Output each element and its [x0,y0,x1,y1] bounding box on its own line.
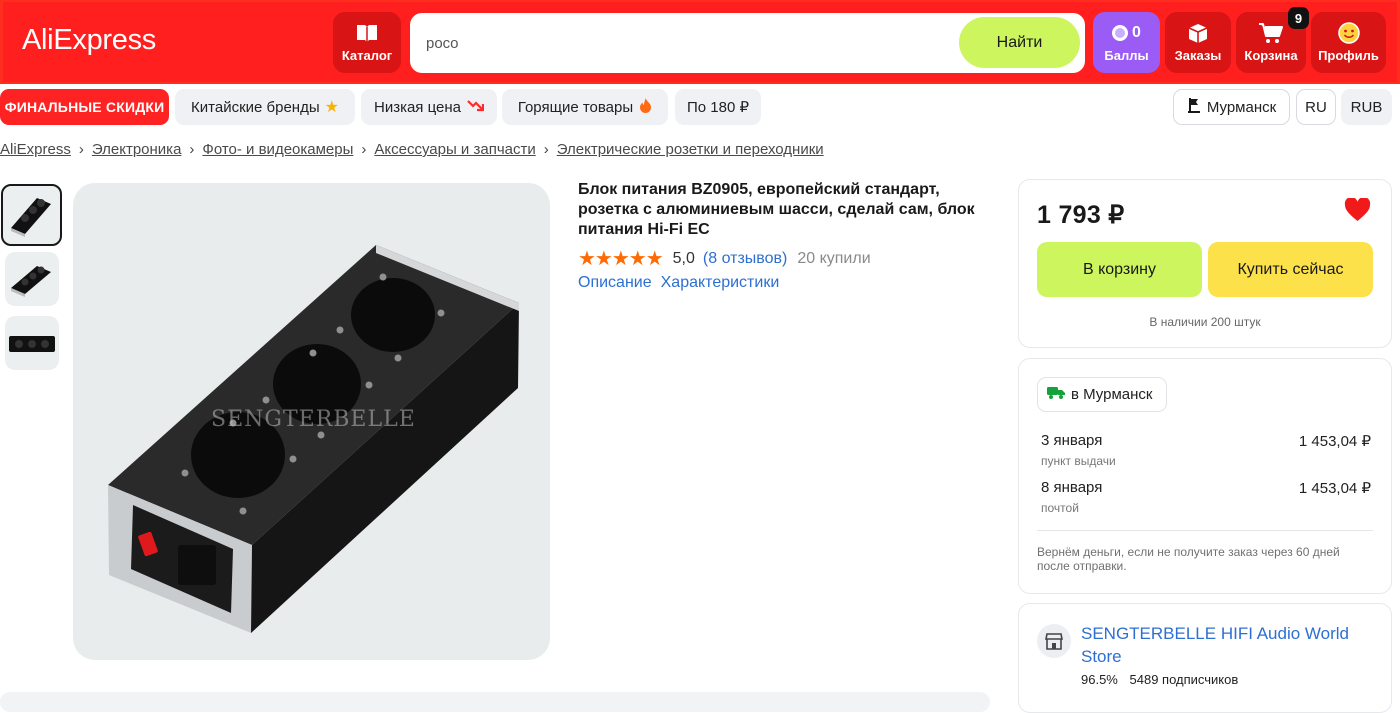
delivery-date-post: 8 января [1041,479,1103,496]
chip-label: Низкая цена [373,98,461,116]
language-selector[interactable]: RU [1296,89,1336,125]
cart-icon [1258,22,1284,44]
rating-value: 5,0 [672,249,695,267]
profile-label: Профиль [1318,48,1379,63]
buy-box: 1 793 ₽ В корзину Купить сейчас В наличи… [1018,179,1392,348]
star-icon: ★ [324,99,339,116]
breadcrumb-item[interactable]: Электроника [92,141,182,158]
chevron-right-icon: › [361,141,367,158]
chip-hot-items[interactable]: Горящие товары [502,89,668,125]
store-stats: 96.5% 5489 подписчиков [1081,672,1238,687]
location-pin-icon [1187,97,1201,118]
final-sale-banner[interactable]: ФИНАЛЬНЫЕ СКИДКИ [0,89,169,125]
chip-chinese-brands[interactable]: Китайские бренды ★ [175,89,355,125]
chip-low-price[interactable]: Низкая цена [361,89,497,125]
chevron-right-icon: › [189,141,195,158]
reviews-link[interactable]: (8 отзывов) [703,250,787,268]
store-card: SENGTERBELLE HIFI Audio World Store 96.5… [1018,603,1392,713]
chip-label: Горящие товары [517,98,634,116]
coin-icon [1112,25,1129,41]
orders-label: Заказы [1174,48,1222,63]
points-button[interactable]: 0 Баллы [1093,12,1160,73]
box-icon [1185,22,1211,44]
store-followers: 5489 подписчиков [1129,672,1239,687]
book-icon [354,22,380,44]
product-price: 1 793 ₽ [1037,201,1125,229]
chevron-right-icon: › [78,141,84,158]
store-rating: 96.5% [1081,672,1118,687]
location-label: Мурманск [1206,98,1277,116]
product-thumbnail-2[interactable] [5,252,59,306]
delivery-method-pickup: пункт выдачи [1041,454,1116,468]
truck-icon [1046,385,1066,404]
chip-label: Китайские бренды [191,98,320,116]
search-input[interactable] [426,31,946,55]
trend-down-icon [467,99,485,116]
rating-row: ★★★★★ 5,0 (8 отзывов) 20 купили [578,246,871,271]
smiley-icon [1336,22,1362,44]
buy-now-button[interactable]: Купить сейчас [1208,242,1373,297]
breadcrumb-item[interactable]: Аксессуары и запчасти [374,141,535,158]
delivery-city-label: в Мурманск [1071,386,1153,403]
orders-button[interactable]: Заказы [1165,12,1231,73]
add-to-cart-button[interactable]: В корзину [1037,242,1202,297]
delivery-box: в Мурманск 3 января пункт выдачи 1 453,0… [1018,358,1392,594]
currency-selector[interactable]: RUB [1341,89,1392,125]
cart-label: Корзина [1244,48,1298,63]
store-name-link[interactable]: SENGTERBELLE HIFI Audio World Store [1081,622,1371,668]
refund-note: Вернём деньги, если не получите заказ че… [1037,545,1340,573]
delivery-city-selector[interactable]: в Мурманск [1037,377,1168,412]
product-thumbnail-3[interactable] [5,316,59,370]
profile-button[interactable]: Профиль [1311,12,1386,73]
points-value: 0 [1132,24,1141,41]
delivery-price-post: 1 453,04 ₽ [1298,480,1371,497]
breadcrumb-item[interactable]: Электрические розетки и переходники [557,141,824,158]
heart-icon[interactable] [1344,197,1371,227]
image-watermark: SENGTERBELLE [211,407,416,432]
catalog-button[interactable]: Каталог [333,12,401,73]
location-selector[interactable]: Мурманск [1173,89,1290,125]
store-icon [1037,624,1071,658]
sold-count: 20 купили [797,249,871,267]
chevron-right-icon: › [543,141,549,158]
content-section [0,692,990,712]
aliexpress-logo[interactable]: AliExpress [22,24,156,57]
product-title: Блок питания BZ0905, европейский стандар… [578,181,975,238]
points-label: Баллы [1104,48,1149,63]
search-bar: Найти [410,13,1085,73]
breadcrumb-item[interactable]: AliExpress [0,141,71,158]
catalog-label: Каталог [341,48,393,63]
divider [1037,530,1373,531]
delivery-price-pickup: 1 453,04 ₽ [1298,433,1371,450]
breadcrumb-item[interactable]: Фото- и видеокамеры [202,141,353,158]
product-tabs: Описание Характеристики [578,274,779,292]
tab-specifications[interactable]: Характеристики [661,274,780,292]
delivery-method-post: почтой [1041,501,1079,515]
product-thumbnail-1[interactable] [1,184,62,246]
breadcrumb: AliExpress › Электроника › Фото- и видео… [0,141,824,158]
delivery-date-pickup: 3 января [1041,432,1103,449]
chip-180-rub[interactable]: По 180 ₽ [675,89,761,125]
rating-stars-icon: ★★★★★ [578,248,664,270]
fire-icon [639,97,652,117]
cart-count-badge: 9 [1288,7,1309,29]
stock-info: В наличии 200 штук [1149,315,1261,329]
search-button[interactable]: Найти [959,17,1080,68]
tab-description[interactable]: Описание [578,274,652,292]
product-main-image[interactable]: SENGTERBELLE [73,183,550,660]
